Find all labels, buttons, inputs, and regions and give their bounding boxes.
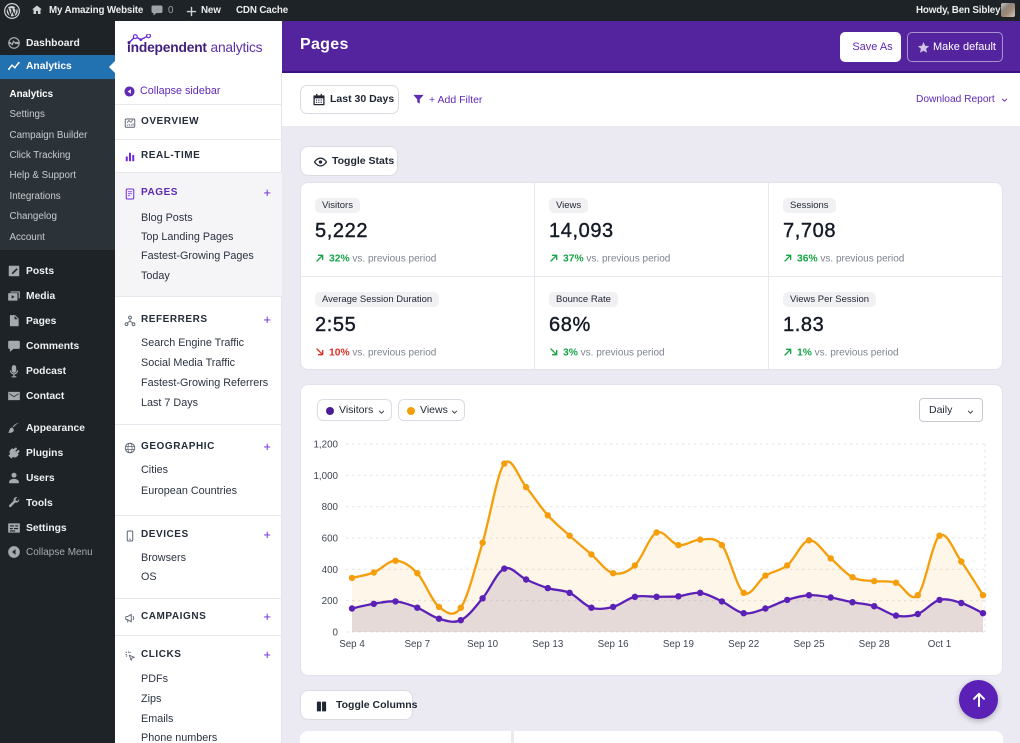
svg-text:Sep 19: Sep 19 xyxy=(663,639,694,650)
svg-text:Sep 16: Sep 16 xyxy=(598,639,630,650)
svg-text:Sep 10: Sep 10 xyxy=(467,639,499,650)
svg-text:600: 600 xyxy=(322,534,339,545)
svg-text:Sep 28: Sep 28 xyxy=(859,639,891,650)
svg-text:Sep 4: Sep 4 xyxy=(339,639,365,650)
svg-text:Oct 1: Oct 1 xyxy=(928,639,951,650)
svg-text:400: 400 xyxy=(322,565,339,576)
svg-text:Sep 22: Sep 22 xyxy=(728,639,759,650)
svg-text:Sep 25: Sep 25 xyxy=(793,639,825,650)
svg-text:Sep 7: Sep 7 xyxy=(404,639,430,650)
svg-text:1,200: 1,200 xyxy=(313,440,338,451)
svg-text:200: 200 xyxy=(322,596,339,607)
svg-text:0: 0 xyxy=(333,628,339,639)
svg-text:Sep 13: Sep 13 xyxy=(532,639,564,650)
svg-text:800: 800 xyxy=(322,502,339,513)
svg-text:1,000: 1,000 xyxy=(313,471,338,482)
